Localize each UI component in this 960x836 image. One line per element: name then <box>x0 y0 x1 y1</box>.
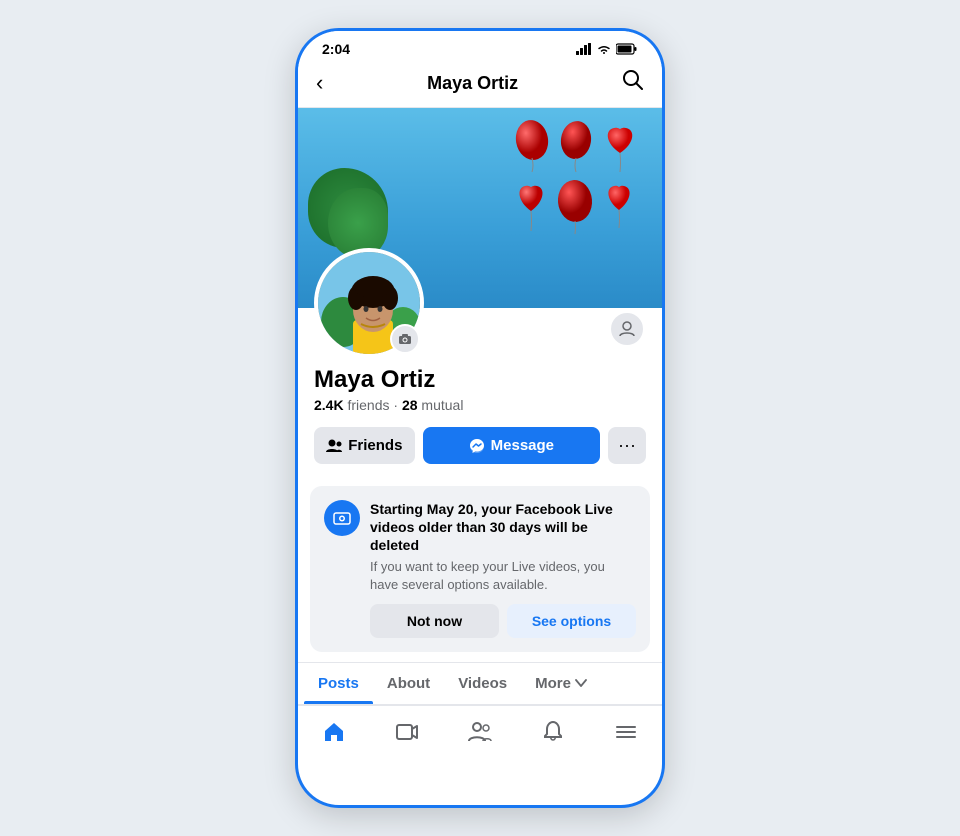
balloon-6 <box>600 177 638 229</box>
nav-bar: ‹ Maya Ortiz <box>298 63 662 108</box>
time: 2:04 <box>322 41 350 57</box>
chevron-down-icon <box>575 679 587 687</box>
bottom-nav-video[interactable] <box>379 716 435 748</box>
notification-content: Starting May 20, your Facebook Live vide… <box>370 500 636 638</box>
friends-count: 2.4K <box>314 397 344 413</box>
home-icon <box>322 720 346 744</box>
phone-frame: 2:04 ‹ Maya Ortiz <box>295 28 665 808</box>
search-button[interactable] <box>622 69 644 97</box>
notification-icon <box>324 500 360 536</box>
mutual-count: 28 <box>402 397 418 413</box>
profile-section: Maya Ortiz 2.4K friends · 28 mutual Frie… <box>298 308 662 476</box>
video-icon <box>395 720 419 744</box>
tab-about[interactable]: About <box>373 663 444 704</box>
more-button[interactable]: ··· <box>608 427 646 464</box>
action-buttons: Friends Message ··· <box>314 427 646 464</box>
friends-label: friends <box>347 397 389 413</box>
bottom-nav-home[interactable] <box>306 716 362 748</box>
not-now-button[interactable]: Not now <box>370 604 499 638</box>
tab-posts[interactable]: Posts <box>304 663 373 704</box>
battery-icon <box>616 43 638 55</box>
friends-icon <box>326 438 342 454</box>
profile-name: Maya Ortiz <box>314 366 646 394</box>
bottom-nav-bell[interactable] <box>525 716 581 748</box>
notification-banner: Starting May 20, your Facebook Live vide… <box>310 486 650 652</box>
add-friend-button[interactable] <box>608 310 646 348</box>
people-icon <box>468 720 492 744</box>
message-button[interactable]: Message <box>423 427 600 464</box>
tab-more[interactable]: More <box>521 663 601 704</box>
search-icon <box>622 69 644 91</box>
friends-button[interactable]: Friends <box>314 427 415 464</box>
balloon-group <box>512 118 642 235</box>
bell-icon <box>541 720 565 744</box>
camera-badge[interactable] <box>390 324 420 354</box>
balloon-1 <box>512 118 552 173</box>
balloon-2 <box>556 118 596 173</box>
more-dots: ··· <box>618 435 636 456</box>
status-icons <box>576 43 638 55</box>
profile-sub: 2.4K friends · 28 mutual <box>314 397 646 413</box>
tab-videos[interactable]: Videos <box>444 663 521 704</box>
message-button-label: Message <box>491 437 554 454</box>
profile-tabs: Posts About Videos More <box>298 662 662 705</box>
notification-body: If you want to keep your Live videos, yo… <box>370 558 636 594</box>
messenger-icon <box>469 438 485 454</box>
bottom-nav-menu[interactable] <box>598 716 654 748</box>
nav-title: Maya Ortiz <box>427 73 518 94</box>
back-button[interactable]: ‹ <box>316 70 323 96</box>
bottom-nav <box>298 705 662 758</box>
status-bar: 2:04 <box>298 31 662 63</box>
notification-actions: Not now See options <box>370 604 636 638</box>
live-video-icon <box>333 509 351 527</box>
see-options-button[interactable]: See options <box>507 604 636 638</box>
friends-button-label: Friends <box>348 437 402 454</box>
balloon-4 <box>512 177 550 232</box>
camera-icon <box>398 333 412 345</box>
notification-title: Starting May 20, your Facebook Live vide… <box>370 500 636 555</box>
menu-icon <box>614 720 638 744</box>
add-friend-icon <box>618 320 636 338</box>
balloon-5 <box>554 177 596 235</box>
mutual-label: mutual <box>421 397 463 413</box>
avatar-wrapper <box>314 248 424 358</box>
signal-icon <box>576 43 592 55</box>
wifi-icon <box>597 44 611 55</box>
bottom-nav-people[interactable] <box>452 716 508 748</box>
balloon-3 <box>600 118 640 173</box>
